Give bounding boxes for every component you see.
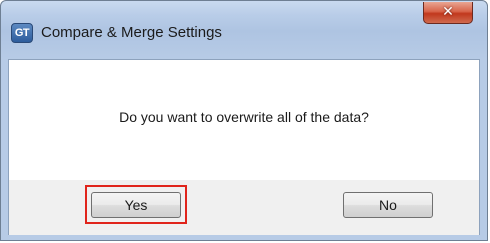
button-bar: Yes No (9, 180, 479, 235)
close-icon: ✕ (442, 4, 454, 20)
dialog-content: Do you want to overwrite all of the data… (8, 59, 480, 235)
dialog-window: GT Compare & Merge Settings ✕ Do you wan… (0, 0, 488, 241)
app-icon: GT (11, 23, 33, 43)
no-button[interactable]: No (343, 192, 433, 218)
yes-button[interactable]: Yes (91, 192, 181, 218)
close-button[interactable]: ✕ (423, 2, 473, 24)
dialog-message: Do you want to overwrite all of the data… (119, 109, 369, 125)
window-title: Compare & Merge Settings (41, 24, 222, 41)
title-bar[interactable]: GT Compare & Merge Settings ✕ (1, 1, 487, 59)
